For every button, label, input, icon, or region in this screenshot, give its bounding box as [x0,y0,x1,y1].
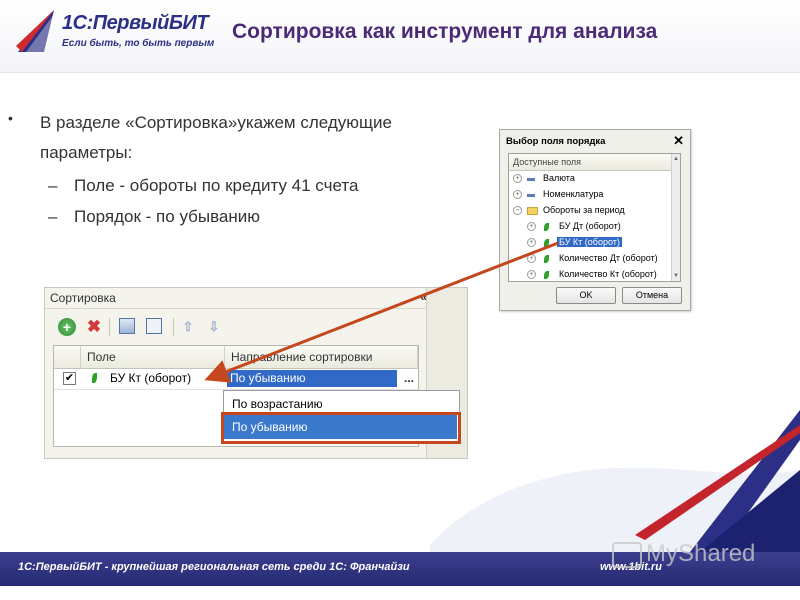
direction-column-header[interactable]: Направление сортировки [225,346,418,369]
panel-header: Сортировка « » ▸ [45,288,467,309]
leaf-icon [544,239,549,247]
expand-icon[interactable]: + [527,270,536,279]
check-all-icon[interactable] [119,318,137,336]
bullet-dash: – [48,207,58,226]
expand-icon[interactable]: + [527,222,536,231]
bullet-dash: – [48,176,58,195]
leaf-icon [544,223,549,231]
row-checkbox[interactable]: ✔ [63,372,76,385]
tree-item-label-selected: БУ Кт (оборот) [557,237,622,247]
row-field-value[interactable]: БУ Кт (оборот) [110,371,191,385]
tree-scrollbar[interactable]: ▲ ▼ [671,154,680,281]
expand-icon[interactable]: + [527,238,536,247]
field-column-label: Поле [87,350,116,364]
check-all-box [119,318,135,334]
available-fields-tree: Доступные поля ▲ ▼ + Валюта + Номенклату… [508,153,681,282]
logo-slogan: Если быть, то быть первым [62,38,215,49]
expand-icon[interactable]: + [527,254,536,263]
footer-text: 1С:ПервыйБИТ - крупнейшая региональная с… [18,561,410,573]
table-row[interactable]: ✔ БУ Кт (оборот) По убыванию ... [54,369,418,390]
bullet-sub-1-text: Поле - обороты по кредиту 41 счета [74,176,359,195]
tree-item-label: Валюта [543,173,575,183]
select-order-field-dialog: Выбор поля порядка ✕ Доступные поля ▲ ▼ … [499,129,691,311]
add-icon[interactable]: + [58,318,76,336]
uncheck-all-box [146,318,162,334]
tree-item-label: Количество Кт (оборот) [559,269,657,279]
bullet-sub-2-text: Порядок - по убыванию [74,207,261,226]
watermark-icon [612,541,642,568]
highlight-frame [221,412,461,444]
bullet-dot: • [8,110,13,126]
scroll-down-icon[interactable]: ▼ [673,273,679,279]
folder-icon [527,207,538,215]
field-column-header[interactable]: Поле [81,346,225,369]
more-button[interactable]: ... [404,371,414,385]
slide-title: Сортировка как инструмент для анализа [232,20,658,43]
tree-column-header: Доступные поля [509,154,672,171]
toolbar-separator [109,318,110,336]
close-icon[interactable]: ✕ [673,133,684,149]
ok-button[interactable]: OK [556,287,616,304]
tree-item-label: Номенклатура [543,189,604,199]
watermark: MyShared [612,540,755,568]
leaf-icon [92,373,97,383]
dash-icon [527,178,535,181]
expand-icon[interactable]: + [513,174,522,183]
direction-select-value: По убыванию [230,371,306,385]
cancel-button[interactable]: Отмена [622,287,682,304]
bullet-main-text: В разделе «Сортировка»укажем следующие п… [40,113,392,162]
logo-sail-icon [16,10,54,52]
dropdown-option-ascending[interactable]: По возрастанию [232,397,323,411]
move-up-icon[interactable]: ⇧ [179,318,197,336]
collapse-icon[interactable]: − [513,206,522,215]
slide-header: 1С:ПервыйБИТ Если быть, то быть первым С… [0,0,800,73]
panel-title: Сортировка [50,291,116,305]
delete-icon[interactable]: ✖ [85,318,103,336]
tree-item-label: Количество Дт (оборот) [559,253,658,263]
direction-select[interactable]: По убыванию [227,370,397,387]
leaf-icon [544,255,549,263]
move-down-icon[interactable]: ⇩ [205,318,223,336]
toolbar-separator [173,318,174,336]
watermark-text: MyShared [646,540,756,567]
direction-column-label: Направление сортировки [231,350,373,364]
dash-icon [527,194,535,197]
expand-icon[interactable]: + [513,190,522,199]
dialog-title: Выбор поля порядка [506,136,606,147]
uncheck-all-icon[interactable] [146,318,164,336]
logo-brand: 1С:ПервыйБИТ [62,12,209,34]
scroll-up-icon[interactable]: ▲ [673,156,679,162]
tree-item-label: Обороты за период [543,205,625,215]
check-column-header [54,346,81,369]
tree-column-label: Доступные поля [513,157,582,167]
tree-item-label: БУ Дт (оборот) [559,221,621,231]
leaf-icon [544,271,549,279]
